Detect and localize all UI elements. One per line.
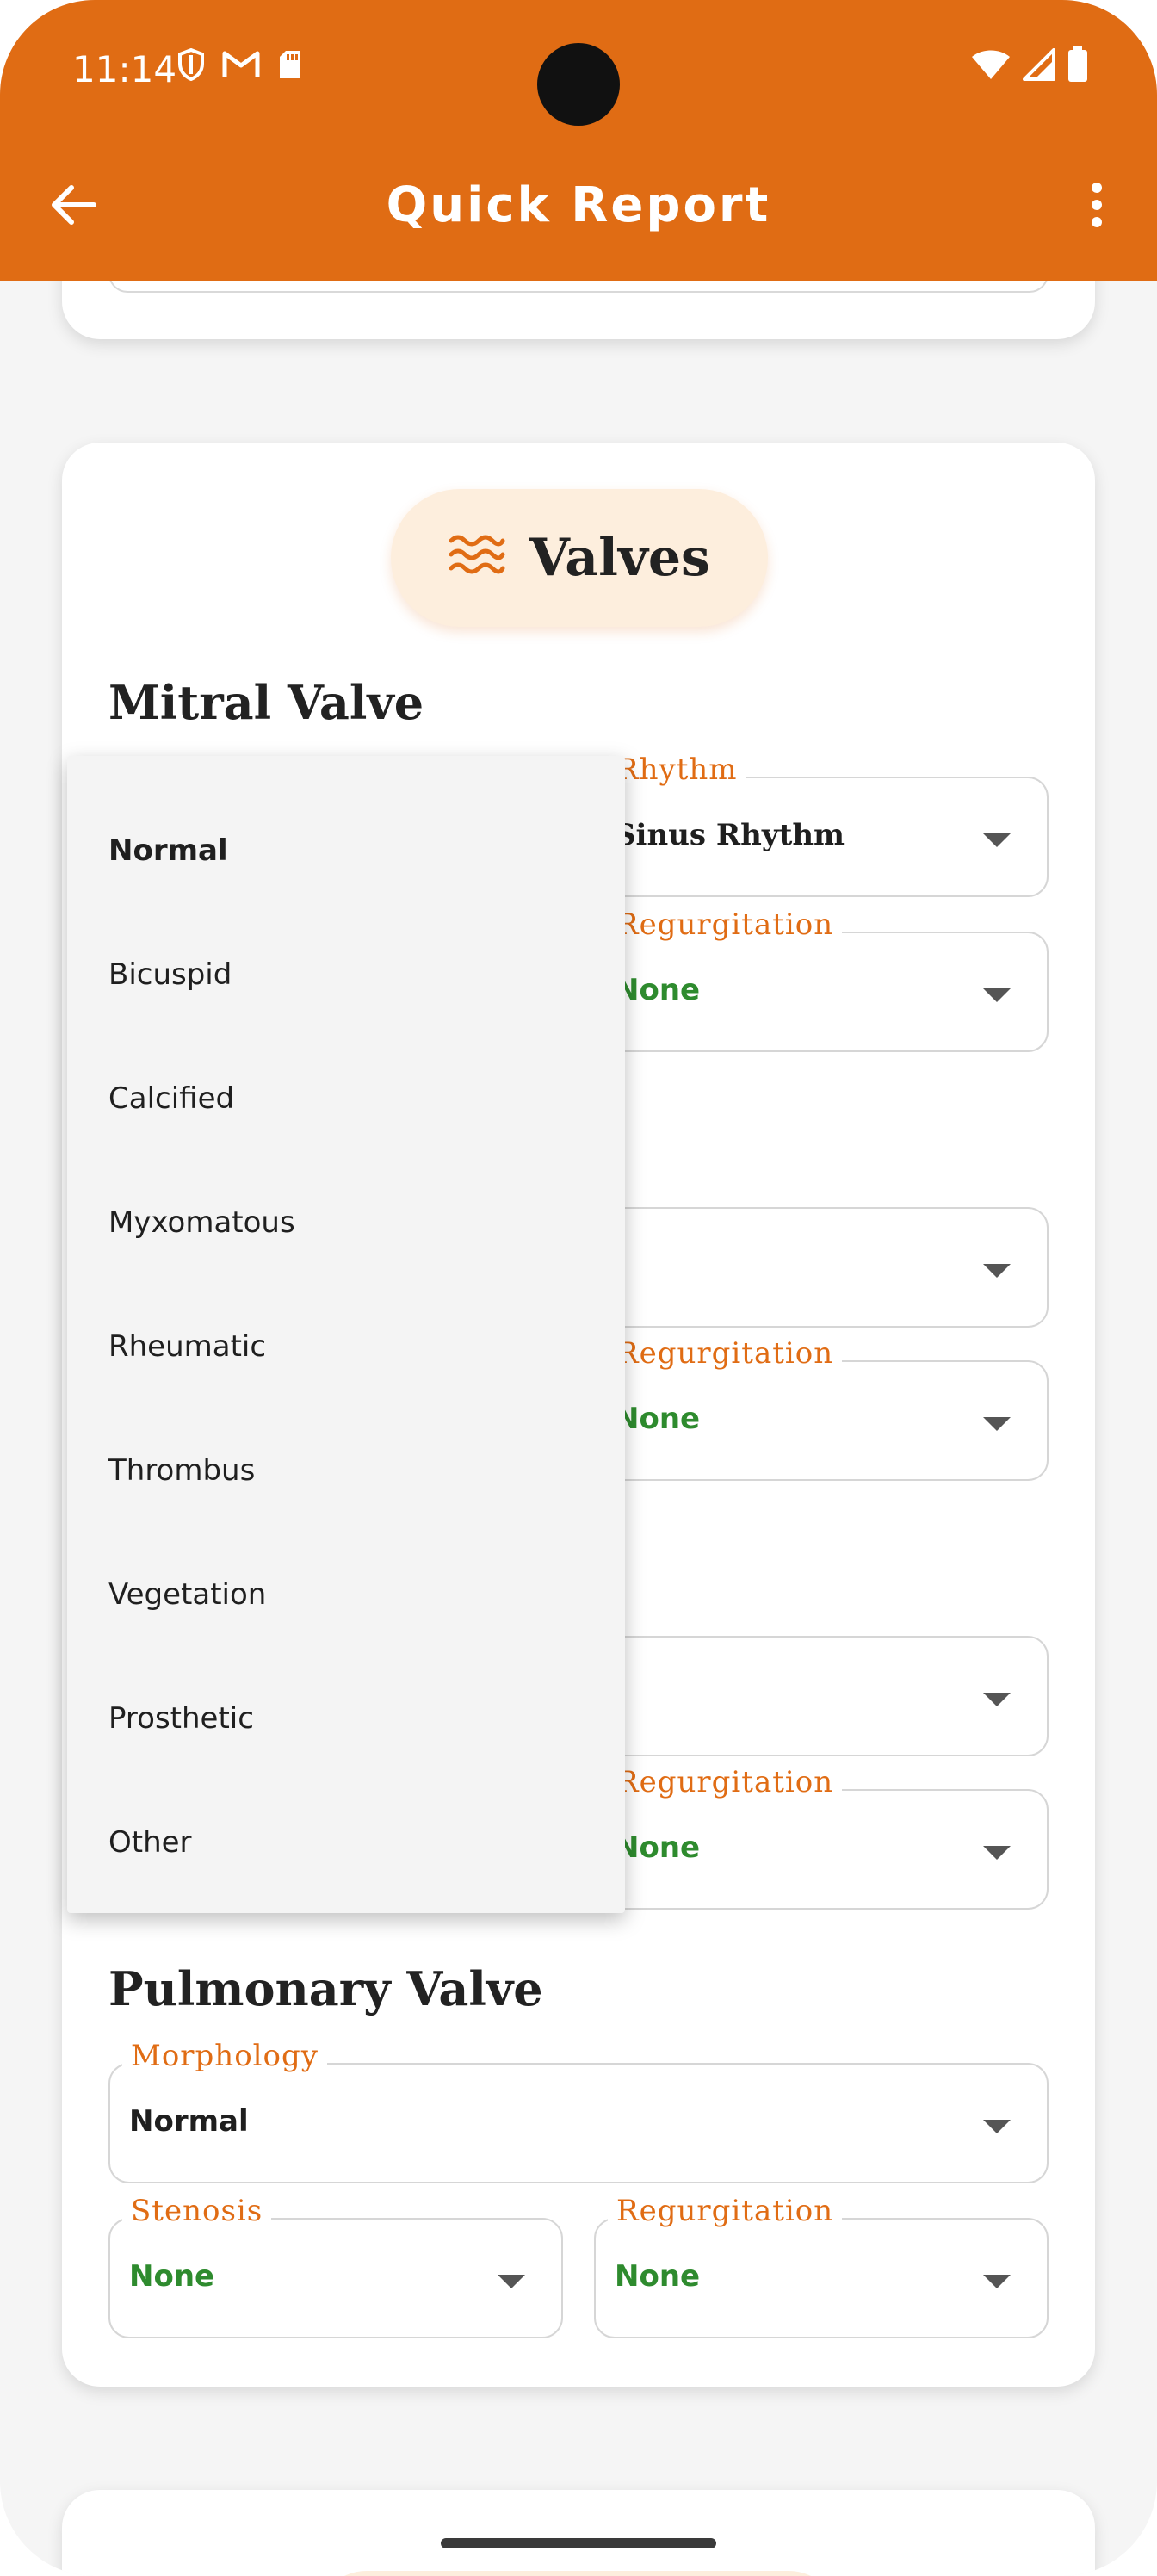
mitral-regurgitation-label: Regurgitation [608, 907, 843, 942]
chevron-down-icon [983, 1264, 1011, 1278]
more-options-button[interactable] [1071, 176, 1123, 237]
chevron-down-icon [983, 1693, 1011, 1706]
dropdown-option-normal[interactable]: Normal [67, 789, 625, 913]
gesture-home-bar[interactable] [441, 2538, 716, 2548]
app-screen: 11:14 Quick Report Valves Mitral Valve R… [0, 0, 1157, 2576]
dropdown-option-rheumatic[interactable]: Rheumatic [67, 1285, 625, 1409]
chevron-down-icon [498, 2275, 525, 2288]
pulmonary-morphology-label: Morphology [122, 2039, 327, 2073]
chevron-down-icon [983, 833, 1011, 847]
dropdown-option-bicuspid[interactable]: Bicuspid [67, 913, 625, 1037]
morphology-dropdown-menu: Normal Bicuspid Calcified Myxomatous Rhe… [67, 756, 625, 1913]
next-section-chip [315, 2571, 840, 2576]
pulmonary-stenosis-value: None [129, 2259, 215, 2294]
battery-icon [1067, 46, 1088, 86]
mitral-rhythm-select[interactable]: Rhythm Sinus Rhythm [594, 752, 1049, 897]
chevron-down-icon [983, 2120, 1011, 2133]
app-bar: 11:14 Quick Report [0, 0, 1157, 281]
chevron-down-icon [983, 1417, 1011, 1431]
sd-card-icon [277, 49, 303, 84]
chevron-down-icon [983, 988, 1011, 1002]
pulmonary-stenosis-label: Stenosis [122, 2194, 272, 2228]
mitral-rhythm-value: Sinus Rhythm [615, 818, 845, 852]
valve2-regurgitation-select[interactable]: Regurgitation None [594, 1336, 1049, 1481]
valve2-morphology-select[interactable] [594, 1207, 1049, 1328]
mitral-regurgitation-value: None [615, 973, 701, 1007]
camera-cutout [537, 43, 620, 126]
status-icons-left [177, 47, 303, 84]
pulmonary-valve-heading: Pulmonary Valve [108, 1961, 543, 2016]
dropdown-option-myxomatous[interactable]: Myxomatous [67, 1161, 625, 1285]
chevron-down-icon [983, 2275, 1011, 2288]
pulmonary-regurgitation-select[interactable]: Regurgitation None [594, 2194, 1049, 2338]
chevron-down-icon [983, 1846, 1011, 1860]
page-title: Quick Report [386, 177, 771, 233]
dropdown-option-thrombus[interactable]: Thrombus [67, 1409, 625, 1533]
pulmonary-morphology-value: Normal [129, 2104, 249, 2139]
mitral-regurgitation-select[interactable]: Regurgitation None [594, 907, 1049, 1052]
section-chip-valves: Valves [391, 489, 768, 627]
dropdown-option-other[interactable]: Other [67, 1780, 625, 1904]
next-section-card [62, 2490, 1095, 2576]
valve2-regurgitation-value: None [615, 1402, 701, 1436]
valve3-regurgitation-value: None [615, 1830, 701, 1865]
section-title: Valves [529, 528, 710, 588]
mitral-rhythm-label: Rhythm [608, 752, 746, 787]
dropdown-option-vegetation[interactable]: Vegetation [67, 1533, 625, 1656]
valve2-regurgitation-label: Regurgitation [608, 1336, 843, 1371]
cell-signal-icon [1023, 48, 1055, 84]
gmail-icon [222, 50, 260, 83]
dropdown-option-calcified[interactable]: Calcified [67, 1037, 625, 1161]
valve3-regurgitation-select[interactable]: Regurgitation None [594, 1765, 1049, 1910]
pulmonary-regurgitation-value: None [615, 2259, 701, 2294]
shield-icon [177, 47, 205, 84]
valve3-regurgitation-label: Regurgitation [608, 1765, 843, 1799]
waves-icon [449, 532, 505, 584]
wifi-icon [971, 48, 1011, 84]
status-icons-right [971, 46, 1088, 86]
pulmonary-morphology-select[interactable]: Morphology Normal [108, 2039, 1049, 2183]
pulmonary-regurgitation-label: Regurgitation [608, 2194, 843, 2228]
more-vert-icon [1091, 183, 1103, 231]
mitral-valve-heading: Mitral Valve [108, 675, 424, 730]
status-time: 11:14 [72, 48, 177, 90]
pulmonary-stenosis-select[interactable]: Stenosis None [108, 2194, 563, 2338]
dropdown-option-prosthetic[interactable]: Prosthetic [67, 1656, 625, 1780]
valve3-morphology-select[interactable] [594, 1636, 1049, 1756]
